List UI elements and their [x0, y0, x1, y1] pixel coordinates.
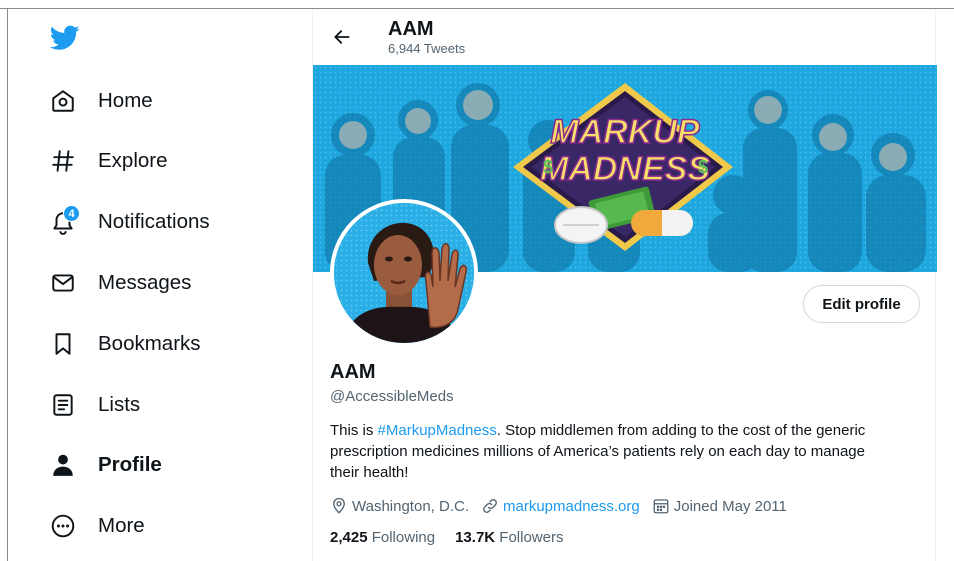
location-pin-icon [333, 497, 345, 514]
sidebar-item-label: Profile [98, 453, 162, 476]
profile-column: AAM 6,944 Tweets MARKUP MADNESS $ $ Edit… [312, 9, 937, 561]
link-icon [483, 499, 497, 513]
tweet-count: 6,944 Tweets [388, 41, 466, 56]
profile-stats: 2,425 Following 13.7K Followers [330, 529, 583, 546]
following-link[interactable]: 2,425 Following [330, 529, 435, 546]
joined-text: Joined May 2011 [673, 497, 787, 515]
banner-text-madness: MADNESS [540, 150, 710, 188]
bell-icon: 4 [48, 205, 80, 237]
sidebar-item-home[interactable]: Home [48, 79, 153, 123]
sidebar-item-explore[interactable]: Explore [48, 139, 168, 183]
sidebar: Home Explore 4 Notifications Messages Bo… [8, 9, 312, 561]
back-arrow-icon[interactable] [329, 24, 355, 50]
joined-item: Joined May 2011 [652, 497, 787, 515]
location-text: Washington, D.C. [352, 497, 469, 515]
sidebar-item-label: More [98, 514, 145, 537]
profile-meta: Washington, D.C. markupmadness.org Joine… [330, 497, 799, 515]
profile-display-name: AAM [330, 361, 376, 383]
banner-text-markup: MARKUP [550, 113, 700, 151]
sidebar-item-notifications[interactable]: 4 Notifications [48, 200, 210, 244]
sidebar-item-bookmarks[interactable]: Bookmarks [48, 322, 201, 366]
bio-hashtag-link[interactable]: #MarkupMadness [378, 422, 497, 439]
calendar-icon [653, 499, 669, 514]
avatar[interactable] [330, 199, 478, 347]
list-icon [48, 390, 78, 420]
sidebar-item-label: Bookmarks [98, 332, 201, 355]
followers-label: Followers [499, 529, 564, 546]
sidebar-item-lists[interactable]: Lists [48, 383, 140, 427]
twitter-bird-icon[interactable] [49, 25, 80, 51]
followers-count: 13.7K [455, 529, 496, 546]
notification-badge: 4 [63, 205, 80, 222]
profile-bio: This is #MarkupMadness. Stop middlemen f… [330, 420, 890, 483]
bio-text: This is [330, 422, 378, 439]
sidebar-item-label: Home [98, 89, 153, 112]
location-item: Washington, D.C. [330, 497, 469, 515]
sidebar-item-label: Messages [98, 271, 192, 294]
sidebar-item-profile[interactable]: Profile [48, 443, 162, 487]
edit-profile-button[interactable]: Edit profile [803, 285, 920, 323]
profile-handle: @AccessibleMeds [330, 388, 454, 405]
sidebar-item-label: Lists [98, 393, 141, 416]
person-icon [48, 450, 78, 480]
following-count: 2,425 [330, 529, 368, 546]
more-circle-icon [48, 511, 78, 541]
bookmark-icon [48, 329, 78, 359]
hashtag-icon [48, 146, 78, 176]
profile-header-bar: AAM 6,944 Tweets [313, 9, 937, 65]
sidebar-item-label: Explore [98, 149, 168, 172]
header-title: AAM [388, 18, 434, 40]
sidebar-item-more[interactable]: More [48, 504, 145, 548]
envelope-icon [48, 268, 78, 298]
sidebar-item-messages[interactable]: Messages [48, 261, 191, 305]
website-link[interactable]: markupmadness.org [503, 498, 640, 515]
home-icon [48, 86, 78, 116]
svg-text:$: $ [698, 157, 708, 177]
followers-link[interactable]: 13.7K Followers [455, 529, 563, 546]
following-label: Following [371, 529, 436, 546]
svg-text:$: $ [543, 157, 553, 177]
sidebar-item-label: Notifications [98, 210, 210, 233]
website-item: markupmadness.org [481, 497, 640, 515]
